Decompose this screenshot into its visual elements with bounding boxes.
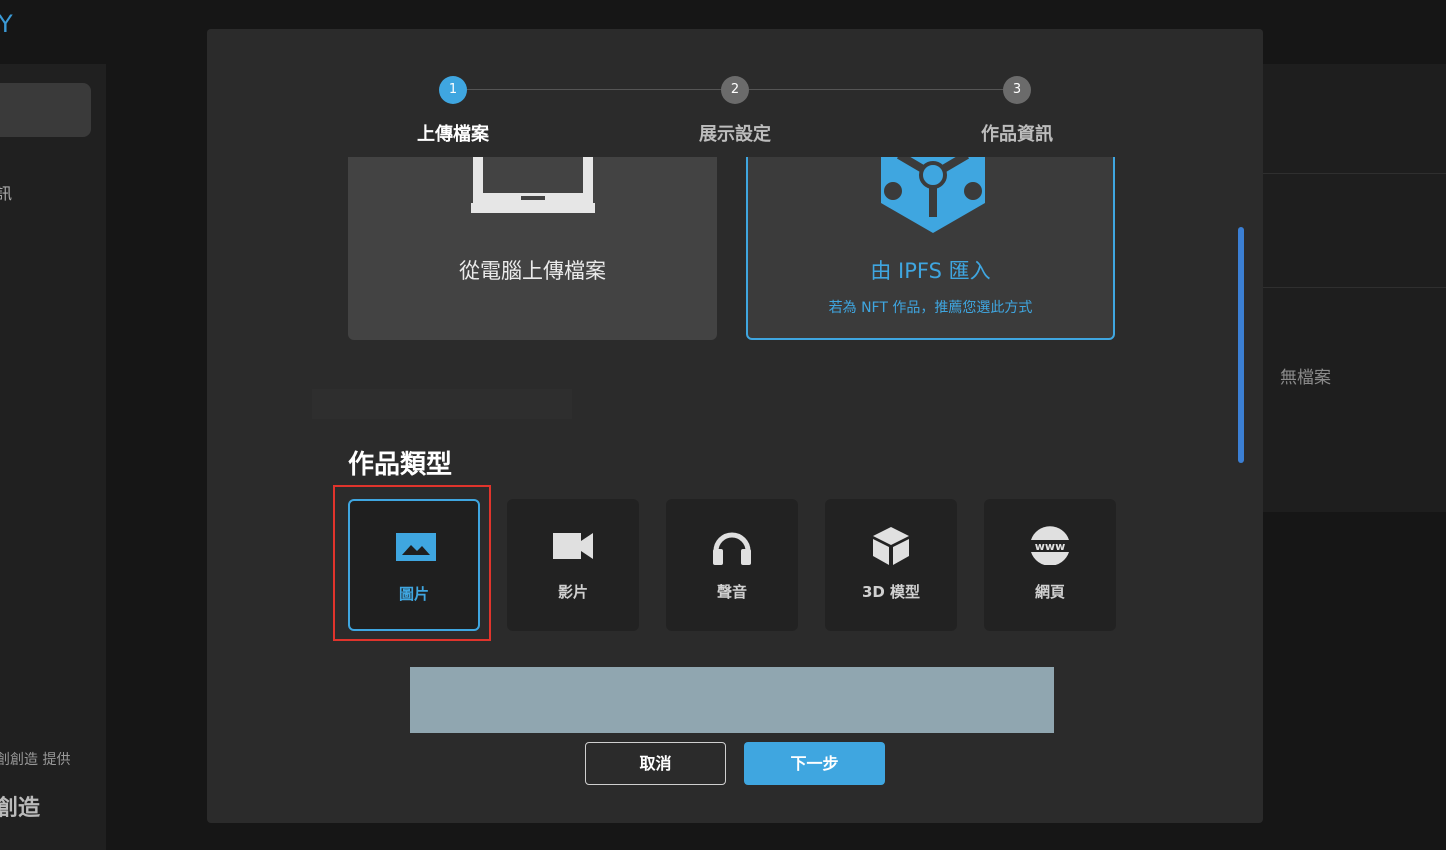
step-1-label: 上傳檔案 [417, 124, 489, 145]
sidebar-item-label[interactable]: 訊 [0, 180, 12, 204]
work-type-webpage[interactable]: www 網頁 [984, 499, 1116, 631]
import-from-ipfs-subtitle: 若為 NFT 作品，推薦您選此方式 [828, 300, 1033, 316]
sidebar-brand: 創造 [0, 796, 41, 821]
cube-icon [873, 527, 909, 565]
step-1-indicator: 1 [439, 76, 467, 104]
next-step-button[interactable]: 下一步 [744, 742, 885, 785]
sidebar-credit: 創創造 提供 [0, 752, 71, 768]
step-3-indicator: 3 [1003, 76, 1031, 104]
import-from-ipfs-card[interactable]: 由 IPFS 匯入 若為 NFT 作品，推薦您選此方式 [746, 139, 1115, 340]
work-type-label: 3D 模型 [861, 583, 921, 601]
work-type-label: 聲音 [716, 583, 747, 601]
headphones-icon [713, 532, 751, 565]
section-title: 作品類型 [348, 450, 453, 480]
cancel-button[interactable]: 取消 [585, 742, 726, 785]
app-logo[interactable]: Y [0, 10, 13, 38]
svg-text:www: www [1035, 540, 1066, 553]
scrollbar[interactable] [1238, 227, 1244, 463]
selection-highlight [333, 485, 491, 641]
stepper: 1 2 3 上傳檔案 展示設定 作品資訊 [207, 29, 1263, 157]
upload-modal: 從電腦上傳檔案 由 IPFS 匯入 若為 NFT 作品，推薦您選此方式 1 2 … [207, 29, 1263, 823]
side-panel [1263, 64, 1446, 512]
video-camera-icon [553, 533, 593, 559]
work-type-label: 影片 [557, 583, 588, 601]
step-connector [467, 89, 721, 90]
import-from-ipfs-title: 由 IPFS 匯入 [870, 259, 991, 283]
sidebar [0, 64, 106, 850]
preview-placeholder [410, 667, 1054, 733]
work-type-3d-model[interactable]: 3D 模型 [825, 499, 957, 631]
step-2-label: 展示設定 [699, 124, 771, 145]
panel-status-text: 無檔案 [1280, 368, 1331, 388]
step-connector [749, 89, 1003, 90]
upload-from-computer-title: 從電腦上傳檔案 [459, 259, 606, 283]
work-type-label: 網頁 [1034, 583, 1065, 601]
faint-strip [312, 389, 572, 419]
divider [1263, 287, 1446, 288]
www-globe-icon: www [1031, 526, 1069, 565]
step-3-label: 作品資訊 [981, 124, 1053, 145]
upload-from-computer-card[interactable]: 從電腦上傳檔案 [348, 139, 717, 340]
step-2-indicator: 2 [721, 76, 749, 104]
sidebar-item-active[interactable] [0, 83, 91, 137]
work-type-audio[interactable]: 聲音 [666, 499, 798, 631]
work-type-video[interactable]: 影片 [507, 499, 639, 631]
divider [1263, 173, 1446, 174]
